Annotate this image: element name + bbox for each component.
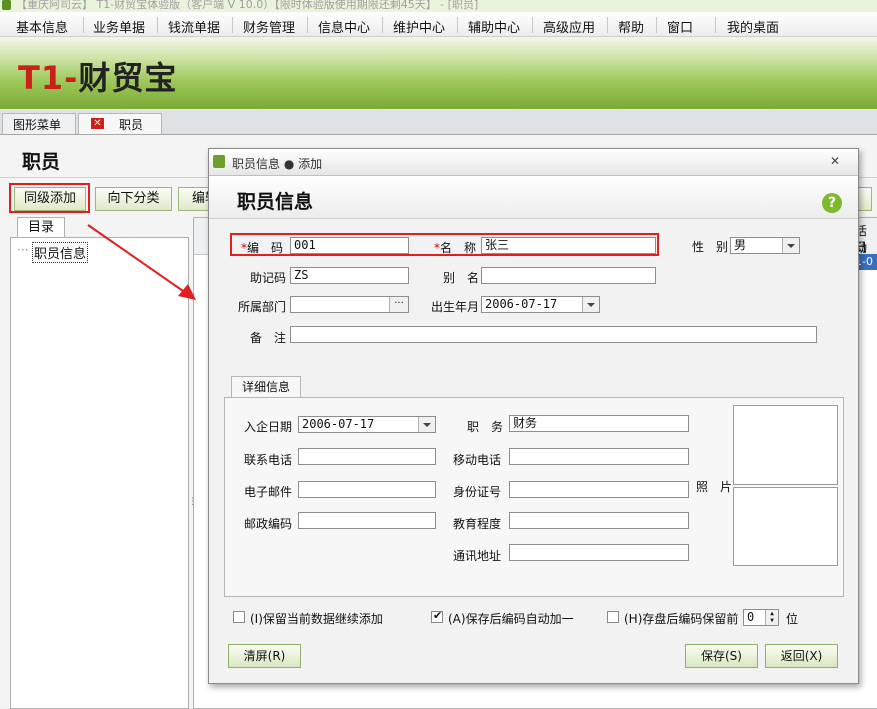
department-input[interactable]: ··· xyxy=(290,296,409,313)
dialog-title-bar: 职员信息 ● 添加 ✕ xyxy=(209,149,858,176)
dialog-title: 职员信息 ● 添加 xyxy=(232,157,323,171)
checkmark-icon: ✔ xyxy=(433,609,443,622)
prefix-digits-stepper[interactable]: 0 ▲ ▼ xyxy=(743,609,779,626)
code-input[interactable]: 001 xyxy=(290,237,409,254)
education-input[interactable] xyxy=(509,512,689,529)
auto-increment-checkbox[interactable]: ✔ xyxy=(431,609,443,623)
detail-info-tab[interactable]: 详细信息 xyxy=(231,376,301,398)
gender-label: 性 别 xyxy=(692,240,729,254)
dialog-app-icon xyxy=(213,155,225,168)
staff-info-dialog: 职员信息 ● 添加 ✕ 职员信息 ? *编 码 001 *名 称 张三 性 别 … xyxy=(208,148,859,684)
hire-date-label: 入企日期 xyxy=(244,420,293,434)
id-number-input[interactable] xyxy=(509,481,689,498)
address-input[interactable] xyxy=(509,544,689,561)
phone-label: 联系电话 xyxy=(244,453,293,467)
remark-input[interactable] xyxy=(290,326,817,343)
name-label: 名 称 xyxy=(440,241,477,255)
gender-select[interactable]: 男 xyxy=(730,237,800,254)
keep-data-checkbox[interactable] xyxy=(233,611,245,623)
email-label: 电子邮件 xyxy=(244,485,293,499)
dialog-heading: 职员信息 xyxy=(237,191,314,213)
id-number-label: 身份证号 xyxy=(453,485,502,499)
department-label: 所属部门 xyxy=(238,300,287,314)
auto-increment-label: (A)保存后编码自动加一 xyxy=(448,612,574,626)
stepper-arrows-icon[interactable]: ▲ ▼ xyxy=(765,610,778,625)
digits-unit: 位 xyxy=(786,612,799,626)
help-icon[interactable]: ? xyxy=(822,193,842,213)
dialog-header: 职员信息 ? xyxy=(209,176,858,219)
photo-box-bottom[interactable] xyxy=(733,487,838,566)
photo-label: 照 片 xyxy=(696,480,733,494)
keep-prefix-checkbox[interactable] xyxy=(607,611,619,623)
code-label: 编 码 xyxy=(247,241,284,255)
keep-data-label: (I)保留当前数据继续添加 xyxy=(250,612,383,626)
mobile-input[interactable] xyxy=(509,448,689,465)
phone-input[interactable] xyxy=(298,448,436,465)
back-button[interactable]: 返回(X) xyxy=(765,644,838,668)
chevron-down-icon[interactable] xyxy=(782,238,799,253)
name-input[interactable]: 张三 xyxy=(481,237,656,254)
photo-box-top[interactable] xyxy=(733,405,838,485)
alias-input[interactable] xyxy=(481,267,656,284)
save-button[interactable]: 保存(S) xyxy=(685,644,758,668)
calendar-dropdown-icon[interactable] xyxy=(582,297,599,312)
birth-date-input[interactable]: 2006-07-17 xyxy=(481,296,600,313)
education-label: 教育程度 xyxy=(453,517,502,531)
close-icon[interactable]: ✕ xyxy=(830,154,840,168)
position-label: 职 务 xyxy=(467,420,504,434)
position-input[interactable]: 财务 xyxy=(509,415,689,432)
clear-button[interactable]: 清屏(R) xyxy=(228,644,301,668)
alias-label: 别 名 xyxy=(443,271,480,285)
address-label: 通讯地址 xyxy=(453,549,502,563)
department-browse-button[interactable]: ··· xyxy=(389,297,408,312)
mnemonic-input[interactable]: ZS xyxy=(290,267,409,284)
hire-date-input[interactable]: 2006-07-17 xyxy=(298,416,436,433)
postcode-input[interactable] xyxy=(298,512,436,529)
mobile-label: 移动电话 xyxy=(453,453,502,467)
postcode-label: 邮政编码 xyxy=(244,517,293,531)
birth-label: 出生年月 xyxy=(431,300,480,314)
remark-label: 备 注 xyxy=(250,331,287,345)
keep-prefix-label: (H)存盘后编码保留前 xyxy=(624,612,739,626)
email-input[interactable] xyxy=(298,481,436,498)
hire-date-dropdown-icon[interactable] xyxy=(418,417,435,432)
mnemonic-label: 助记码 xyxy=(250,271,287,285)
